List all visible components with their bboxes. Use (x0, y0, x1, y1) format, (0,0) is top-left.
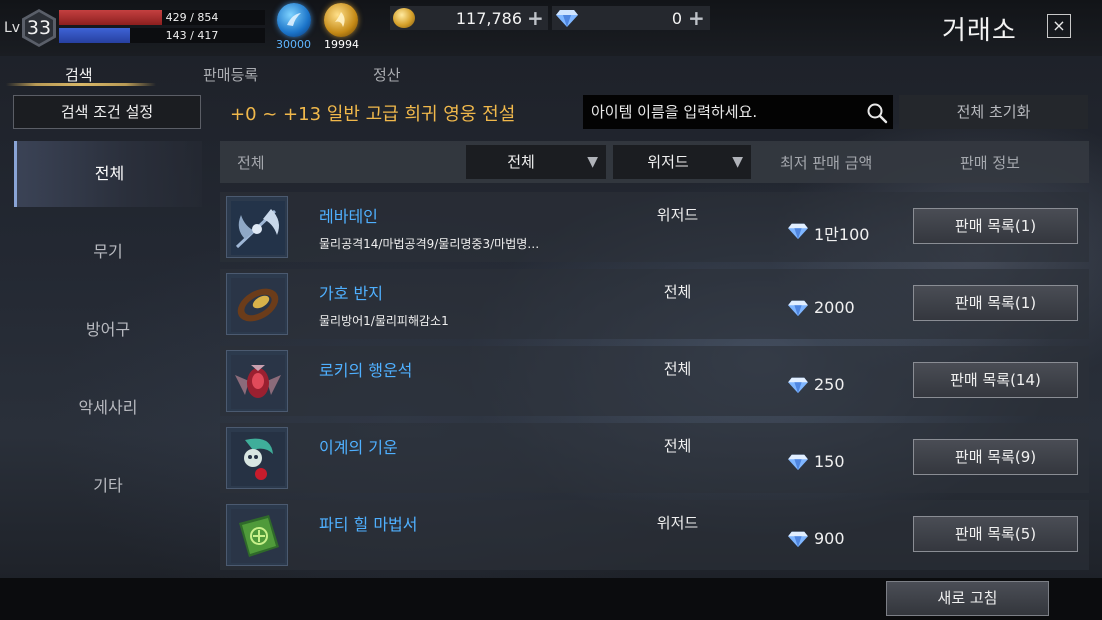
mp-text: 143 / 417 (165, 29, 219, 42)
header-category: 전체 (237, 154, 265, 172)
ring-icon (231, 278, 285, 332)
scythe-weapon-icon (231, 201, 285, 255)
item-stats: 물리방어1/물리피해감소1 (319, 314, 449, 328)
item-lowest-price: 2000 (814, 298, 855, 317)
gold-coin-icon (393, 8, 415, 28)
tab-search[interactable]: 검색 (65, 64, 93, 85)
item-class: 전체 (663, 360, 692, 378)
sale-list-button[interactable]: 판매 목록(14) (913, 362, 1078, 398)
item-class: 전체 (663, 437, 692, 455)
grade-dropdown-value: 전체 (507, 153, 535, 171)
gem-icon (788, 300, 808, 317)
class-dropdown-value: 위저드 (647, 153, 689, 171)
item-thumbnail (226, 273, 288, 335)
tab-settle[interactable]: 정산 (373, 64, 401, 85)
sale-list-button[interactable]: 판매 목록(5) (913, 516, 1078, 552)
class-dropdown[interactable]: 위저드 ▼ (613, 145, 751, 179)
item-thumbnail (226, 196, 288, 258)
sale-list-button[interactable]: 판매 목록(9) (913, 439, 1078, 475)
sidebar-item-all[interactable]: 전체 (14, 141, 202, 207)
hp-bar: 429 / 854 (59, 10, 265, 25)
item-lowest-price: 250 (814, 375, 845, 394)
sidebar-item-armor[interactable]: 방어구 (14, 297, 202, 363)
search-icon[interactable] (866, 102, 888, 124)
gold-energy-value: 19994 (324, 38, 359, 51)
otherworld-energy-icon (231, 432, 285, 486)
add-gem-button[interactable]: + (688, 6, 705, 30)
gem-icon (788, 454, 808, 471)
item-lowest-price: 150 (814, 452, 845, 471)
mp-bar: 143 / 417 (59, 28, 265, 43)
item-name[interactable]: 파티 힐 마법서 (319, 511, 418, 535)
search-input[interactable] (583, 95, 853, 129)
reset-all-button[interactable]: 전체 초기화 (899, 95, 1088, 129)
tab-register[interactable]: 판매등록 (203, 64, 258, 85)
item-thumbnail (226, 504, 288, 566)
list-header: 전체 전체 ▼ 위저드 ▼ 최저 판매 금액 판매 정보 (220, 141, 1089, 183)
blue-energy-icon[interactable] (277, 3, 311, 37)
item-class: 위저드 (656, 514, 699, 532)
category-sidebar: 전체 무기 방어구 악세사리 기타 (14, 141, 202, 531)
item-name[interactable]: 가호 반지 (319, 280, 383, 304)
item-lowest-price: 1만100 (814, 225, 870, 244)
item-thumbnail (226, 350, 288, 412)
gem-icon (788, 377, 808, 394)
sidebar-item-weapon[interactable]: 무기 (14, 219, 202, 285)
item-class: 전체 (663, 283, 692, 301)
search-box (583, 95, 893, 129)
sale-list-button[interactable]: 판매 목록(1) (913, 208, 1078, 244)
list-item[interactable]: 파티 힐 마법서 위저드 900 판매 목록(5) (220, 500, 1089, 570)
luck-stone-icon (231, 355, 285, 409)
list-item[interactable]: 가호 반지 물리방어1/물리피해감소1 전체 2000 판매 목록(1) (220, 269, 1089, 339)
item-stats: 물리공격14/마법공격9/물리명중3/마법명… (319, 237, 540, 251)
item-name[interactable]: 로키의 행운석 (319, 357, 412, 381)
header-lowest-price: 최저 판매 금액 (780, 154, 873, 172)
gem-icon (556, 10, 578, 27)
item-class: 위저드 (656, 206, 699, 224)
blue-energy-value: 30000 (276, 38, 311, 51)
list-item[interactable]: 레바테인 물리공격14/마법공격9/물리명중3/마법명… 위저드 1만100 판… (220, 192, 1089, 262)
sale-list-button[interactable]: 판매 목록(1) (913, 285, 1078, 321)
level-label: Lv (4, 20, 21, 36)
chevron-down-icon: ▼ (732, 154, 743, 170)
item-lowest-price: 900 (814, 529, 845, 548)
spellbook-icon (231, 509, 285, 563)
item-name[interactable]: 이계의 기운 (319, 434, 398, 458)
active-tab-underline (6, 83, 156, 86)
gold-amount: 117,786 (455, 9, 522, 28)
sidebar-item-accessory[interactable]: 악세사리 (14, 375, 202, 441)
sidebar-item-etc[interactable]: 기타 (14, 453, 202, 519)
search-condition-button[interactable]: 검색 조건 설정 (13, 95, 201, 129)
gold-energy-icon[interactable] (324, 3, 358, 37)
gem-icon (788, 531, 808, 548)
refresh-button[interactable]: 새로 고침 (886, 581, 1049, 616)
header-sale-info: 판매 정보 (960, 154, 1020, 172)
list-item[interactable]: 로키의 행운석 전체 250 판매 목록(14) (220, 346, 1089, 416)
gem-amount: 0 (671, 9, 682, 28)
item-name[interactable]: 레바테인 (319, 203, 378, 227)
add-gold-button[interactable]: + (527, 6, 544, 30)
close-button[interactable]: × (1047, 14, 1071, 38)
item-thumbnail (226, 427, 288, 489)
close-icon: × (1052, 16, 1066, 35)
hp-text: 429 / 854 (165, 11, 219, 24)
gem-icon (788, 223, 808, 240)
grade-dropdown[interactable]: 전체 ▼ (466, 145, 606, 179)
tab-bar: 검색 판매등록 정산 (0, 58, 1102, 88)
list-item[interactable]: 이계의 기운 전체 150 판매 목록(9) (220, 423, 1089, 493)
window-title: 거래소 (942, 16, 1017, 46)
filter-summary: +0 ~ +13 일반 고급 희귀 영웅 전설 (230, 104, 516, 125)
chevron-down-icon: ▼ (587, 154, 598, 170)
